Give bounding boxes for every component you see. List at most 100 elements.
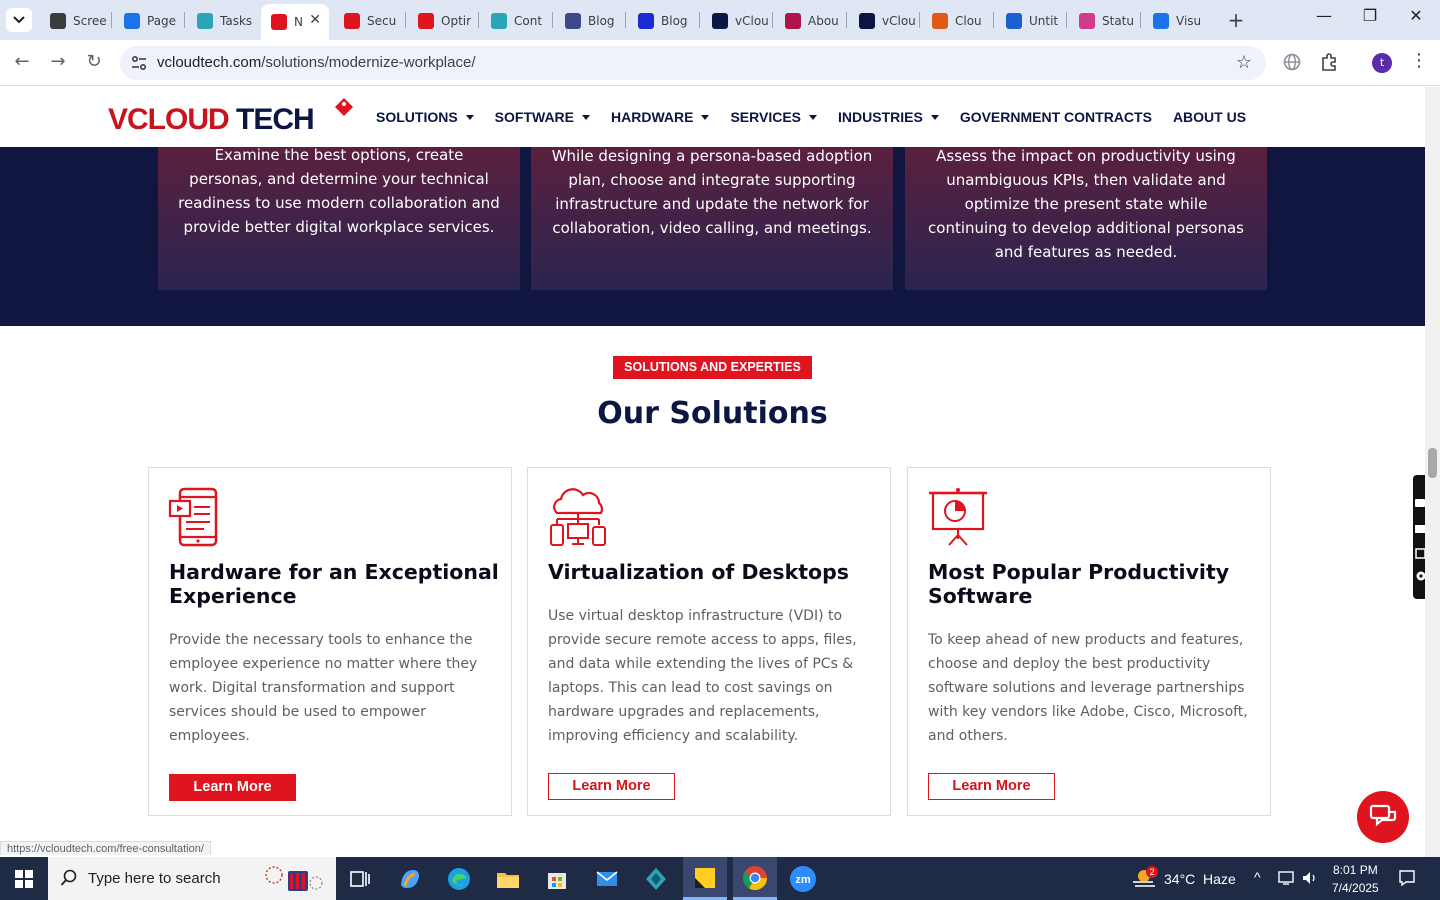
tab-favicon-icon	[418, 13, 434, 29]
screenshot-tool-panel[interactable]	[1413, 475, 1425, 599]
browser-tab[interactable]: Page	[114, 6, 182, 36]
browser-tab[interactable]: Secu	[334, 6, 402, 36]
reload-button[interactable]: ↻	[82, 51, 106, 72]
new-tab-button[interactable]: +	[1224, 8, 1248, 32]
browser-tab[interactable]: vClou	[702, 6, 770, 36]
learn-more-button[interactable]: Learn More	[928, 773, 1055, 800]
tab-favicon-icon	[124, 13, 140, 29]
browser-tab[interactable]: Cont	[481, 6, 549, 36]
browser-tab[interactable]: vClou	[849, 6, 917, 36]
tablet-icon	[168, 487, 218, 547]
show-hidden-icons-chevron[interactable]: ^	[1254, 869, 1261, 885]
notifications-icon[interactable]	[1398, 869, 1416, 887]
profile-avatar[interactable]: t	[1372, 53, 1392, 73]
browser-tab[interactable]: Statu	[1069, 6, 1137, 36]
nav-item-software[interactable]: SOFTWARE	[495, 109, 591, 125]
browser-tab[interactable]: Abou	[775, 6, 843, 36]
task-view-icon[interactable]	[345, 864, 375, 894]
zoom-icon[interactable]: zm	[788, 864, 818, 894]
back-button[interactable]: ←	[10, 51, 34, 72]
caret-down-icon	[701, 114, 710, 120]
step-card-text: Examine the best options, create persona…	[178, 146, 500, 236]
tab-favicon-icon	[859, 13, 875, 29]
page-scrollbar[interactable]	[1425, 87, 1440, 857]
browser-tab[interactable]: Scree	[40, 6, 108, 36]
address-bar[interactable]: vcloudtech.com/solutions/modernize-workp…	[120, 46, 1266, 80]
windows-logo-icon	[15, 869, 33, 888]
chat-bubble-icon	[1369, 804, 1397, 827]
nav-item-government-contracts[interactable]: GOVERNMENT CONTRACTS	[960, 109, 1152, 125]
nav-item-solutions[interactable]: SOLUTIONS	[376, 109, 474, 125]
sticky-notes-taskbar-item[interactable]	[683, 857, 727, 900]
tab-title: Abou	[808, 14, 839, 28]
learn-more-button[interactable]: Learn More	[548, 773, 675, 800]
site-settings-icon[interactable]	[130, 54, 148, 72]
learn-more-button[interactable]: Learn More	[169, 774, 296, 801]
clock-time[interactable]: 8:01 PM	[1333, 863, 1378, 877]
browser-menu-icon[interactable]: ⋮	[1410, 50, 1428, 71]
logo-tag-icon	[335, 98, 353, 116]
browser-tab[interactable]: Visu	[1143, 6, 1211, 36]
tab-favicon-icon	[344, 13, 360, 29]
browser-tab[interactable]: Tasks	[187, 6, 255, 36]
site-header: VCLOUD TECH SOLUTIONS SOFTWARE HARDWARE SER…	[0, 87, 1425, 147]
browser-tab[interactable]: Blog	[555, 6, 623, 36]
tab-separator	[919, 12, 920, 28]
browser-tab[interactable]: N ✕	[261, 4, 329, 40]
tab-separator	[846, 12, 847, 28]
nav-item-label: ABOUT US	[1172, 109, 1247, 125]
tab-search-button[interactable]	[6, 8, 32, 32]
live-chat-button[interactable]	[1357, 791, 1409, 843]
close-window-button[interactable]: ✕	[1394, 6, 1438, 25]
solution-title: Virtualization of Desktops	[548, 560, 849, 584]
page-viewport: VCLOUD TECH SOLUTIONS SOFTWARE HARDWARE SER…	[0, 87, 1425, 855]
weather-text[interactable]: 34°C Haze	[1164, 871, 1236, 887]
nav-item-hardware[interactable]: HARDWARE	[611, 109, 710, 125]
mail-icon[interactable]	[592, 864, 622, 894]
volume-icon[interactable]	[1301, 870, 1319, 886]
solution-title: Most Popular Productivity Software	[928, 560, 1230, 608]
search-highlight-fireworks-icon	[265, 866, 323, 891]
forward-button[interactable]: →	[46, 51, 70, 72]
tab-favicon-icon	[197, 13, 213, 29]
file-explorer-icon[interactable]	[493, 864, 523, 894]
scrollbar-thumb[interactable]	[1428, 448, 1437, 478]
solution-description: To keep ahead of new products and featur…	[928, 632, 1248, 744]
nav-item-label: HARDWARE	[611, 109, 694, 125]
tab-title: Untit	[1029, 14, 1059, 28]
tab-favicon-icon	[565, 13, 581, 29]
tab-favicon-icon	[1006, 13, 1022, 29]
clock-date[interactable]: 7/4/2025	[1332, 881, 1379, 895]
start-button[interactable]	[0, 857, 48, 900]
browser-tab[interactable]: Blog	[628, 6, 696, 36]
logo-word-vcloud: VCLOUD	[108, 103, 230, 136]
tab-title: vClou	[735, 14, 769, 28]
solution-card-productivity: Most Popular Productivity Software To ke…	[907, 467, 1271, 816]
nav-item-industries[interactable]: INDUSTRIES	[838, 109, 939, 125]
browser-tab[interactable]: Optir	[408, 6, 476, 36]
bookmark-star-icon[interactable]: ☆	[1236, 52, 1252, 73]
copilot-icon[interactable]	[395, 864, 425, 894]
browser-tab[interactable]: Untit	[996, 6, 1064, 36]
microsoft-store-icon[interactable]	[542, 864, 572, 894]
edge-browser-icon[interactable]	[444, 864, 474, 894]
minimize-button[interactable]: —	[1302, 6, 1346, 25]
browser-tab[interactable]: Clou	[922, 6, 990, 36]
taskbar-search-box[interactable]: Type here to search	[48, 857, 336, 900]
site-logo[interactable]: VCLOUD TECH	[108, 97, 358, 141]
url-text: vcloudtech.com/solutions/modernize-workp…	[157, 54, 475, 71]
tab-close-icon[interactable]: ✕	[309, 12, 321, 28]
translate-icon[interactable]	[1282, 52, 1302, 72]
extensions-puzzle-icon[interactable]	[1319, 52, 1339, 72]
tab-title: Secu	[367, 14, 397, 28]
maximize-button[interactable]: ❐	[1348, 6, 1392, 25]
nav-item-about-us[interactable]: ABOUT US	[1173, 109, 1246, 125]
tab-separator	[993, 12, 994, 28]
chrome-taskbar-item[interactable]	[733, 857, 777, 900]
network-icon[interactable]	[1278, 870, 1296, 886]
tab-title: Scree	[73, 14, 107, 28]
nav-item-services[interactable]: SERVICES	[730, 109, 818, 125]
nav-item-label: INDUSTRIES	[838, 109, 923, 125]
app-diamond-icon[interactable]	[641, 864, 671, 894]
cloud-devices-icon	[550, 488, 606, 546]
